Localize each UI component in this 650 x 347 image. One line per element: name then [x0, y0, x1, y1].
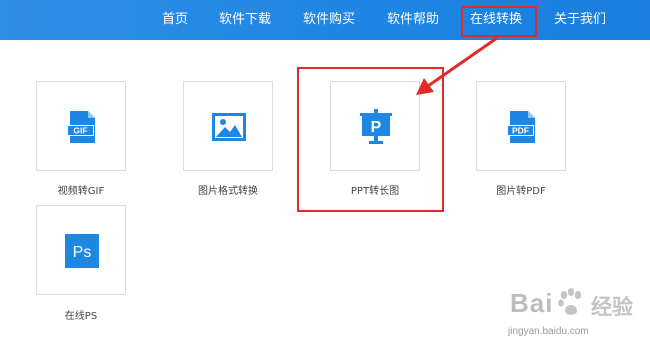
watermark-brand: Bai — [510, 288, 554, 318]
paw-logo-icon — [558, 288, 582, 315]
watermark-brand-cn: 经验 — [591, 295, 633, 319]
watermark-url: jingyan.baidu.com — [508, 326, 589, 337]
